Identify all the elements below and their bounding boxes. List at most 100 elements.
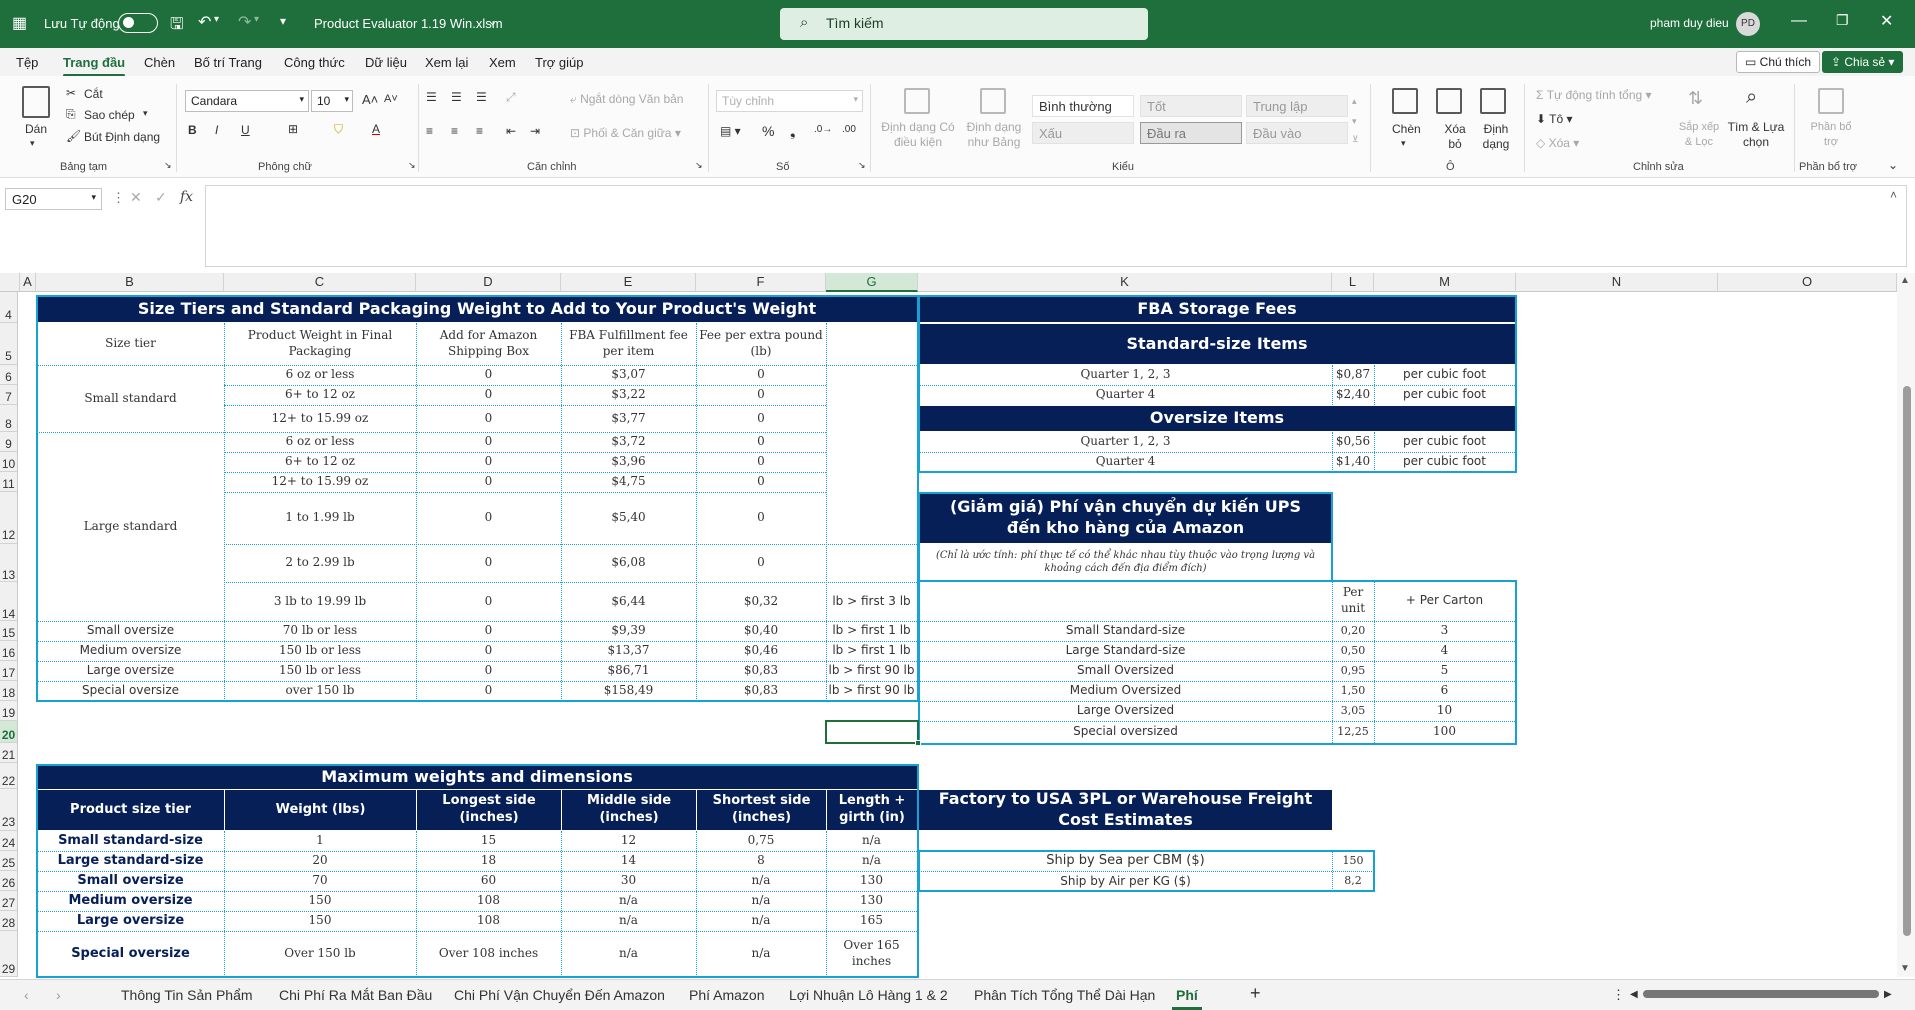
insert-dropdown-icon[interactable]: ▾: [1401, 138, 1406, 149]
hscroll-right-icon[interactable]: ▶: [1884, 989, 1892, 1000]
tab-data[interactable]: Dữ liệu: [365, 55, 407, 70]
minimize-icon[interactable]: —: [1791, 12, 1807, 30]
alignment-launcher-icon[interactable]: ↘: [695, 160, 703, 171]
row-header[interactable]: 18: [0, 681, 18, 701]
increase-font-icon[interactable]: A˄: [362, 92, 378, 107]
font-color-icon[interactable]: A: [372, 122, 380, 136]
comments-button[interactable]: ▭ Chú thích: [1736, 51, 1821, 73]
row-header[interactable]: 29: [0, 931, 18, 977]
horizontal-scroll-thumb[interactable]: [1643, 990, 1879, 998]
autosave-toggle[interactable]: [118, 13, 158, 33]
autosum-button[interactable]: Σ Tự động tính tổng ▾: [1536, 88, 1652, 102]
cut-icon[interactable]: ✂: [66, 86, 76, 100]
formula-input[interactable]: [205, 185, 1907, 267]
borders-icon[interactable]: ⊞: [288, 122, 298, 136]
paste-icon[interactable]: [22, 86, 50, 118]
ribbon-collapse-icon[interactable]: ⌄: [1888, 158, 1898, 172]
addins-button[interactable]: Phần bổ trợ: [1806, 120, 1856, 150]
align-center-icon[interactable]: ≡: [451, 124, 458, 138]
row-header[interactable]: 28: [0, 911, 18, 931]
row-header[interactable]: 12: [0, 492, 18, 544]
column-header-o[interactable]: O: [1718, 273, 1897, 292]
vertical-scroll-thumb[interactable]: [1903, 386, 1911, 936]
copy-button[interactable]: Sao chép: [84, 108, 135, 122]
style-bad[interactable]: Xấu: [1032, 122, 1134, 144]
copy-icon[interactable]: ⎘: [66, 107, 76, 122]
increase-decimal-icon[interactable]: .0→: [814, 124, 832, 135]
cancel-entry-icon[interactable]: ✕: [130, 189, 142, 206]
column-header-l[interactable]: L: [1332, 273, 1374, 292]
wrap-text-button[interactable]: ⤶ Ngắt dòng Văn bản: [570, 92, 683, 107]
decrease-decimal-icon[interactable]: .00: [842, 124, 856, 135]
file-name[interactable]: Product Evaluator 1.19 Win.xlsm: [314, 16, 503, 31]
align-right-icon[interactable]: ≡: [476, 124, 483, 138]
formula-options-icon[interactable]: ⋮: [112, 190, 125, 206]
style-output[interactable]: Đầu ra: [1140, 122, 1242, 144]
scroll-up-icon[interactable]: ▲: [1900, 275, 1910, 286]
format-cells-button[interactable]: Định dạng: [1476, 122, 1516, 152]
tab-review[interactable]: Xem lại: [425, 55, 468, 70]
column-header-m[interactable]: M: [1374, 273, 1516, 292]
fill-handle[interactable]: [915, 740, 921, 746]
undo-icon[interactable]: ↶: [198, 12, 211, 32]
row-header[interactable]: 20: [0, 721, 18, 743]
tab-help[interactable]: Trợ giúp: [535, 55, 584, 70]
font-launcher-icon[interactable]: ↘: [408, 160, 416, 171]
column-header-k[interactable]: K: [918, 273, 1332, 292]
row-header[interactable]: 23: [0, 789, 18, 831]
column-header-g[interactable]: G: [826, 273, 918, 292]
align-bottom-icon[interactable]: ☰: [476, 90, 487, 104]
clear-button[interactable]: ◇ Xóa ▾: [1536, 136, 1579, 150]
select-all-corner[interactable]: [0, 273, 20, 292]
tab-page-layout[interactable]: Bố trí Trang: [194, 55, 262, 70]
tab-scroll-left-icon[interactable]: ‹: [24, 987, 29, 1003]
addins-icon[interactable]: [1818, 88, 1844, 114]
undo-dropdown-icon[interactable]: ▾: [214, 14, 219, 25]
format-as-table-icon[interactable]: [980, 88, 1006, 114]
tab-view[interactable]: Xem: [489, 55, 516, 70]
scroll-down-icon[interactable]: ▼: [1900, 963, 1910, 974]
orientation-icon[interactable]: ⤢: [506, 90, 516, 105]
sort-filter-button[interactable]: Sắp xếp & Lọc: [1677, 120, 1721, 150]
formula-collapse-icon[interactable]: ˄: [1890, 188, 1897, 202]
redo-dropdown-icon[interactable]: ▾: [254, 14, 259, 25]
conditional-format-button[interactable]: Định dạng Có điều kiện: [880, 120, 956, 150]
sheet-tab[interactable]: Phí Amazon: [689, 987, 765, 1003]
tab-insert[interactable]: Chèn: [144, 55, 175, 70]
sheet-tab[interactable]: Chi Phí Vận Chuyển Đến Amazon: [454, 987, 665, 1003]
column-header-b[interactable]: B: [36, 273, 224, 292]
tab-home[interactable]: Trang đầu: [63, 55, 126, 77]
row-header[interactable]: 16: [0, 641, 18, 661]
decrease-indent-icon[interactable]: ⇤: [506, 124, 516, 138]
selected-cell-g20[interactable]: [825, 720, 919, 744]
fill-button[interactable]: ⬇ Tô ▾: [1536, 112, 1573, 126]
styles-scroll-up-icon[interactable]: ▴: [1352, 96, 1357, 107]
percent-style-icon[interactable]: %: [762, 123, 774, 139]
row-header[interactable]: 10: [0, 452, 18, 472]
align-middle-icon[interactable]: ☰: [451, 90, 462, 104]
align-left-icon[interactable]: ≡: [426, 124, 433, 138]
save-icon[interactable]: 🖫: [170, 13, 184, 40]
insert-function-icon[interactable]: fx: [180, 189, 193, 205]
conditional-format-icon[interactable]: [904, 88, 930, 114]
style-good[interactable]: Tốt: [1140, 95, 1242, 117]
font-name-select[interactable]: Candara ▾: [185, 90, 309, 112]
sheet-tab[interactable]: Lợi Nhuận Lô Hàng 1 & 2: [789, 987, 948, 1003]
tabs-options-icon[interactable]: ⋮: [1612, 987, 1625, 1003]
filename-chevron-icon[interactable]: ⌄: [488, 15, 497, 28]
format-cells-icon[interactable]: [1480, 88, 1506, 114]
copy-dropdown-icon[interactable]: ▾: [143, 108, 148, 119]
row-header[interactable]: 22: [0, 763, 18, 789]
column-header-e[interactable]: E: [561, 273, 696, 292]
bold-icon[interactable]: B: [188, 123, 197, 137]
accounting-format-icon[interactable]: ▤ ▾: [720, 124, 741, 138]
row-header[interactable]: 6: [0, 365, 18, 385]
add-sheet-icon[interactable]: +: [1250, 983, 1261, 1004]
styles-scroll-down-icon[interactable]: ▾: [1352, 116, 1357, 127]
sheet-tab[interactable]: Phân Tích Tổng Thể Dài Hạn: [974, 987, 1155, 1003]
format-painter-button[interactable]: Bút Định dạng: [84, 130, 160, 144]
font-size-select[interactable]: 10 ▾: [311, 90, 353, 112]
tab-scroll-right-icon[interactable]: ›: [56, 987, 61, 1003]
row-header[interactable]: 4: [0, 292, 18, 323]
paste-dropdown-icon[interactable]: ▾: [30, 138, 35, 149]
